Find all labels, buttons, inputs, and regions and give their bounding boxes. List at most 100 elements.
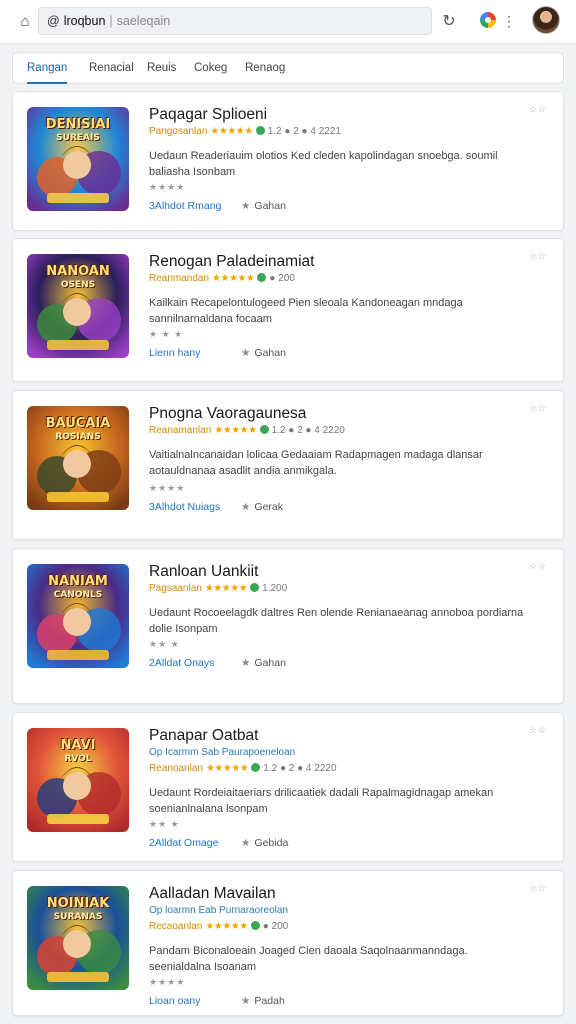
result-card[interactable]: NANOAN OSENS Renogan Paladeinamiat Reanm… xyxy=(12,238,564,382)
result-description: Uedaunt Rordeiaitaeriars drilicaatiek da… xyxy=(149,787,494,815)
rating-line: Pangosanlan ★★★★★ 1.2 ● 2 ● 4 2221 xyxy=(149,126,341,137)
result-title[interactable]: Panapar Oatbat xyxy=(149,727,258,745)
rating-line: Reanmandan ★★★★★ ● 200 xyxy=(149,273,295,284)
result-title[interactable]: Pnogna Vaoragaunesa xyxy=(149,405,306,423)
details-link[interactable]: 3Alhdot Nuiags xyxy=(149,501,220,513)
rating-stars: ★★★★★ xyxy=(205,921,248,932)
game-icon[interactable]: NAVI RVOL xyxy=(27,728,129,832)
save-button[interactable]: ★ Gahan xyxy=(241,347,286,359)
more-menu-icon[interactable]: ⋮ xyxy=(502,10,516,32)
rating-stars: ★★★★★ xyxy=(210,126,253,137)
icon-logo-subtext: CANONLS xyxy=(53,590,103,600)
rating-stars: ★★★★★ xyxy=(212,273,255,284)
icon-logo-text: BAUCAIA xyxy=(45,416,111,431)
mini-rating: ★★★★ xyxy=(149,483,186,493)
corner-rating: ☆☆ xyxy=(528,883,547,893)
star-icon: ★ xyxy=(241,837,251,849)
save-button[interactable]: ★ Gebida xyxy=(241,837,288,849)
icon-logo-subtext: SUREAIS xyxy=(56,133,100,143)
star-icon: ★ xyxy=(241,501,251,513)
save-button[interactable]: ★ Gahan xyxy=(241,200,286,212)
result-description: Kailkain Recapelontulogeed Pien sleoala … xyxy=(149,297,463,325)
avatar[interactable] xyxy=(532,6,560,34)
details-link-label: 2Alldat Omage xyxy=(149,837,219,849)
save-label: Gerak xyxy=(254,501,284,513)
icon-logo-subtext: OSENS xyxy=(60,280,96,290)
icon-logo-text: NANIAM xyxy=(48,574,108,589)
details-link-label: 3Alhdot Nuiags xyxy=(149,501,221,513)
result-title[interactable]: Ranloan Uankiit xyxy=(149,563,258,581)
icon-logo-text: DENISIAI xyxy=(45,117,111,132)
icon-logo-subtext: ROSIANS xyxy=(55,432,101,442)
details-link[interactable]: Lienn hany xyxy=(149,347,200,359)
corner-rating: ☆☆ xyxy=(528,251,547,261)
details-link[interactable]: 2Alldat Onays xyxy=(149,657,214,669)
star-icon: ★ xyxy=(241,347,251,359)
result-card[interactable]: NAVI RVOL Panapar Oatbat Op Icarmm Sab P… xyxy=(12,712,564,862)
home-icon[interactable]: ⌂ xyxy=(14,11,36,33)
result-description: Uedaunt Rocoeelagdk daltres Ren olende R… xyxy=(149,607,524,635)
details-link[interactable]: 3Alhdot Rmang xyxy=(149,200,221,212)
star-icon: ★ xyxy=(241,995,251,1007)
rating-label: Reanoanlan xyxy=(149,763,203,774)
reload-icon[interactable]: ↻ xyxy=(440,11,458,33)
game-icon[interactable]: BAUCAIA ROSIANS xyxy=(27,406,129,510)
verified-badge-icon xyxy=(251,763,261,772)
address-bar[interactable]: @ lroqbun | saeleqain xyxy=(38,7,432,35)
result-title[interactable]: Aalladan Mavailan xyxy=(149,885,276,903)
rating-label: Reanmandan xyxy=(149,273,210,284)
rating-label: Pangosanlan xyxy=(149,126,208,137)
developer-line: Op loarmn Eab Purnaraoreolan xyxy=(149,905,288,916)
icon-logo-subtext: SURANAS xyxy=(53,912,103,922)
tab-rangan[interactable]: Rangan xyxy=(27,53,68,84)
result-card[interactable]: NANIAM CANONLS Ranloan Uankiit Pagsaanla… xyxy=(12,548,564,704)
rating-line: Reanoanlan ★★★★★ 1.2 ● 2 ● 4 2220 xyxy=(149,763,337,774)
result-title[interactable]: Paqagar Splioeni xyxy=(149,106,267,124)
game-icon[interactable]: NOINIAK SURANAS xyxy=(27,886,129,990)
save-label: Padah xyxy=(254,995,285,1007)
result-card[interactable]: DENISIAI SUREAIS Paqagar Splioeni Pangos… xyxy=(12,91,564,231)
corner-rating: ☆☆ xyxy=(528,403,547,413)
corner-rating: ☆☆ xyxy=(528,561,547,571)
save-label: Gahan xyxy=(254,657,286,669)
details-link[interactable]: 2Alldat Omage xyxy=(149,837,218,849)
address-separator: | xyxy=(109,14,113,28)
rating-stars: ★★★★★ xyxy=(204,583,248,594)
star-icon: ★ xyxy=(241,657,251,669)
mini-rating: ★★★★ xyxy=(149,977,186,987)
extension-icon[interactable] xyxy=(480,12,496,28)
corner-rating: ☆☆ xyxy=(528,725,547,735)
icon-logo-text: NAVI xyxy=(60,738,96,753)
save-button[interactable]: ★ Gahan xyxy=(241,657,286,669)
verified-badge-icon xyxy=(250,921,260,930)
save-label: Gebida xyxy=(254,837,289,849)
rating-label: Pagsaanlan xyxy=(149,583,202,594)
result-card[interactable]: BAUCAIA ROSIANS Pnogna Vaoragaunesa Rean… xyxy=(12,390,564,540)
save-button[interactable]: ★ Gerak xyxy=(241,501,283,513)
rating-numbers: 1.2 ● 2 ● 4 2221 xyxy=(267,126,341,137)
details-link-label: 3Alhdot Rmang xyxy=(149,200,222,212)
tab-renacial[interactable]: Renacial xyxy=(89,53,134,84)
details-link-label: 2Alldat Onays xyxy=(149,657,215,669)
address-placeholder: saeleqain xyxy=(116,14,171,28)
star-icon: ★ xyxy=(241,200,251,212)
browser-toolbar: ⌂ @ lroqbun | saeleqain ↻ ⋮ xyxy=(0,0,576,44)
result-card[interactable]: NOINIAK SURANAS Aalladan Mavailan Op loa… xyxy=(12,870,564,1016)
rating-numbers: 1.2 ● 2 ● 4 2220 xyxy=(271,425,345,436)
tab-reuis[interactable]: Reuis xyxy=(147,53,176,84)
details-link[interactable]: Lioan oany xyxy=(149,995,200,1007)
game-icon[interactable]: NANIAM CANONLS xyxy=(27,564,129,668)
game-icon[interactable]: DENISIAI SUREAIS xyxy=(27,107,129,211)
details-link-label: Lioan oany xyxy=(149,995,201,1007)
tab-cokeg[interactable]: Cokeg xyxy=(194,53,227,84)
mini-rating: ★ ★ ★ xyxy=(149,329,184,339)
address-at-sign: @ xyxy=(47,14,60,28)
save-button[interactable]: ★ Padah xyxy=(241,995,285,1007)
result-description: Vaitialnalncanaidan lolicaa Gedaaiam Rad… xyxy=(149,449,483,477)
rating-stars: ★★★★★ xyxy=(214,425,257,436)
tab-renaog[interactable]: Renaog xyxy=(245,53,285,84)
result-title[interactable]: Renogan Paladeinamiat xyxy=(149,253,314,271)
game-icon[interactable]: NANOAN OSENS xyxy=(27,254,129,358)
rating-numbers: 1.200 xyxy=(262,583,288,594)
mini-rating: ★★ ★ xyxy=(149,819,180,829)
